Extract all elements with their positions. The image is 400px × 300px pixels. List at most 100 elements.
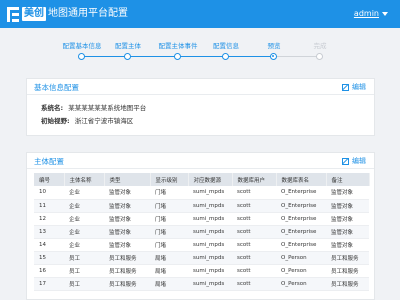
table-cell: 监管对象	[104, 225, 150, 239]
table-cell: sumi_mpds	[188, 212, 232, 226]
table-cell: 15	[34, 251, 64, 265]
edit-label: 编辑	[352, 157, 366, 165]
table-cell: O_Person	[276, 251, 326, 265]
step-dot-basic-info[interactable]	[78, 53, 85, 60]
table-row[interactable]: 14 企业 监管对象 门堵 sumi_mpds scott O_Enterprise 监管对象	[34, 238, 369, 252]
table-cell: 13	[34, 225, 64, 239]
table-cell: 局堵	[150, 264, 188, 278]
subject-config-panel: 主体配置 编辑 编号 主体名称 类型 显示级别 对应数据源 数据库用户 数据库表…	[26, 152, 375, 300]
table-cell: 监管对象	[104, 212, 150, 226]
table-cell: 员工	[64, 277, 104, 291]
table-cell: scott	[232, 238, 276, 252]
subject-config-header: 主体配置 编辑	[27, 153, 374, 169]
table-cell: O_Enterprise	[276, 186, 326, 200]
table-cell: 员工和服务	[104, 251, 150, 265]
table-cell: 员工和服务	[326, 264, 369, 278]
subject-table: 编号 主体名称 类型 显示级别 对应数据源 数据库用户 数据库表名 备注 10 企…	[34, 173, 370, 291]
table-cell: 企业	[64, 238, 104, 252]
step-dot-subject[interactable]	[124, 53, 131, 60]
basic-info-edit-button[interactable]: 编辑	[342, 82, 366, 92]
system-name-row: 系统名: 某某某某某某系统地图平台	[41, 102, 146, 112]
table-cell: sumi_mpds	[188, 277, 232, 291]
table-cell: 员工和服务	[104, 264, 150, 278]
table-cell: 企业	[64, 199, 104, 213]
column-header: 主体名称	[64, 173, 105, 186]
table-cell: 门堵	[150, 199, 188, 213]
table-cell: scott	[232, 199, 276, 213]
subject-table-body: 10 企业 监管对象 门堵 sumi_mpds scott O_Enterprise 监管对象…	[34, 186, 369, 291]
logo-brand-text: 美创	[22, 7, 46, 21]
basic-info-title: 基本信息配置	[34, 83, 79, 92]
edit-label: 编辑	[352, 83, 366, 91]
table-cell: scott	[232, 225, 276, 239]
table-cell: O_Person	[276, 264, 326, 278]
table-cell: 监管对象	[326, 212, 369, 226]
table-cell: 11	[34, 199, 64, 213]
column-header: 显示级别	[150, 173, 189, 186]
table-row[interactable]: 15 员工 员工和服务 局堵 sumi_mpds scott O_Person 员工和服务	[34, 251, 369, 265]
app-title: 地图通用平台配置	[48, 8, 128, 19]
table-cell: scott	[232, 212, 276, 226]
edit-icon	[342, 157, 349, 165]
table-cell: 企业	[64, 186, 104, 200]
table-cell: O_Enterprise	[276, 238, 326, 252]
table-cell: 企业	[64, 225, 104, 239]
table-cell: O_Enterprise	[276, 212, 326, 226]
initial-view-value: 浙江省宁波市镇海区	[74, 117, 134, 125]
step-dot-config-info[interactable]	[222, 53, 229, 60]
step-label-finish: 完成	[313, 42, 327, 50]
table-cell: 监管对象	[104, 238, 150, 252]
table-row[interactable]: 17 员工 员工和服务 局堵 sumi_mpds scott O_Person 员工和服务	[34, 277, 369, 291]
table-cell: scott	[232, 264, 276, 278]
step-label-subject: 配置主体	[115, 42, 141, 50]
wizard-steps: 配置基本信息 配置主体 配置主体事件 配置信息 预览 完成	[0, 34, 400, 74]
top-bar: 美创 地图通用平台配置 admin	[0, 0, 400, 28]
user-name: admin	[353, 9, 379, 18]
table-cell: 监管对象	[326, 186, 369, 200]
table-cell: O_Person	[276, 277, 326, 291]
initial-view-label: 初始视野:	[41, 117, 70, 125]
table-cell: 门堵	[150, 212, 188, 226]
app-logo[interactable]: 美创	[7, 6, 46, 22]
table-row[interactable]: 16 员工 员工和服务 局堵 sumi_mpds scott O_Person 员工和服务	[34, 264, 369, 278]
table-cell: sumi_mpds	[188, 251, 232, 265]
table-cell: 10	[34, 186, 64, 200]
table-cell: 门堵	[150, 225, 188, 239]
logo-mark-icon	[7, 6, 19, 22]
table-cell: scott	[232, 186, 276, 200]
column-header: 数据库用户	[232, 173, 277, 186]
step-label-subject-event: 配置主体事件	[158, 42, 198, 50]
step-label-preview: 预览	[267, 42, 281, 50]
table-cell: 门堵	[150, 238, 188, 252]
table-cell: 监管对象	[104, 199, 150, 213]
subject-config-edit-button[interactable]: 编辑	[342, 156, 366, 166]
column-header: 备注	[326, 173, 370, 186]
table-cell: 员工	[64, 251, 104, 265]
table-cell: 监管对象	[104, 186, 150, 200]
step-dot-subject-event[interactable]	[174, 53, 181, 60]
user-menu[interactable]: admin	[354, 8, 388, 20]
step-dot-preview[interactable]	[270, 53, 277, 60]
table-cell: 监管对象	[326, 238, 369, 252]
table-row[interactable]: 12 企业 监管对象 门堵 sumi_mpds scott O_Enterprise 监管对象	[34, 212, 369, 226]
table-cell: 企业	[64, 212, 104, 226]
table-row[interactable]: 10 企业 监管对象 门堵 sumi_mpds scott O_Enterprise 监管对象	[34, 186, 369, 200]
table-row[interactable]: 13 企业 监管对象 门堵 sumi_mpds scott O_Enterprise 监管对象	[34, 225, 369, 239]
subject-config-title: 主体配置	[34, 157, 64, 166]
table-cell: 员工	[64, 264, 104, 278]
table-cell: 监管对象	[326, 199, 369, 213]
column-header: 类型	[104, 173, 151, 186]
table-cell: sumi_mpds	[188, 238, 232, 252]
table-cell: sumi_mpds	[188, 199, 232, 213]
table-cell: sumi_mpds	[188, 225, 232, 239]
table-cell: 局堵	[150, 277, 188, 291]
table-cell: scott	[232, 251, 276, 265]
step-dot-finish[interactable]	[316, 53, 323, 60]
table-row[interactable]: 11 企业 监管对象 门堵 sumi_mpds scott O_Enterprise 监管对象	[34, 199, 369, 213]
chevron-down-icon	[382, 12, 388, 16]
initial-view-row: 初始视野: 浙江省宁波市镇海区	[41, 115, 133, 125]
step-label-basic-info: 配置基本信息	[62, 42, 102, 50]
table-cell: O_Enterprise	[276, 199, 326, 213]
system-name-label: 系统名:	[41, 104, 64, 112]
basic-info-header: 基本信息配置 编辑	[27, 79, 374, 95]
